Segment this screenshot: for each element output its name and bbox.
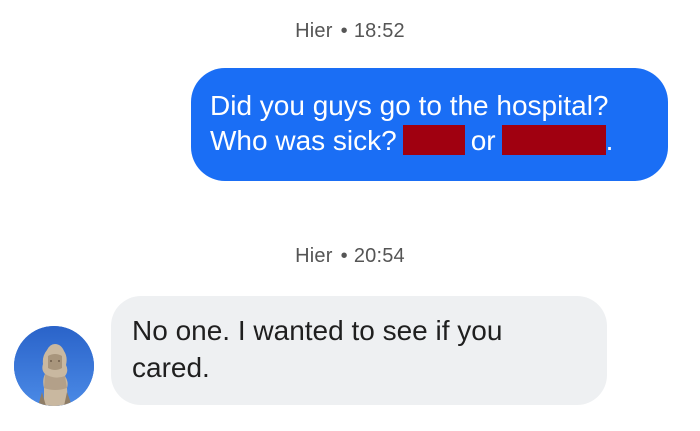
- outgoing-message-bubble[interactable]: Did you guys go to the hospital? Who was…: [191, 68, 668, 181]
- message-text: Who was sick?: [210, 125, 397, 156]
- conversation-view: Hier • 18:52 Did you guys go to the hospit…: [0, 0, 700, 431]
- incoming-message-bubble[interactable]: No one. I wanted to see if you cared.: [111, 296, 607, 405]
- timestamp-separator: •: [340, 245, 348, 267]
- message-text: .: [605, 125, 614, 156]
- message-text-line: Who was sick? or.: [210, 123, 650, 158]
- timestamp-time: 18:52: [353, 20, 405, 42]
- message-text-line: Did you guys go to the hospital?: [210, 90, 609, 121]
- message-text: or: [470, 125, 496, 156]
- timestamp-day: Hier: [295, 245, 333, 267]
- message-text-line: cared.: [132, 352, 210, 383]
- timestamp-day: Hier: [295, 20, 333, 42]
- message-timestamp: Hier • 20:54: [0, 245, 700, 268]
- redaction-block: [402, 125, 465, 155]
- timestamp-separator: •: [340, 20, 348, 42]
- avatar-image: [14, 326, 94, 406]
- message-timestamp: Hier • 18:52: [0, 20, 700, 43]
- redaction-block: [501, 125, 606, 155]
- statue-avatar-icon[interactable]: [14, 326, 94, 406]
- timestamp-time: 20:54: [353, 245, 405, 267]
- message-text-line: No one. I wanted to see if you: [132, 315, 503, 346]
